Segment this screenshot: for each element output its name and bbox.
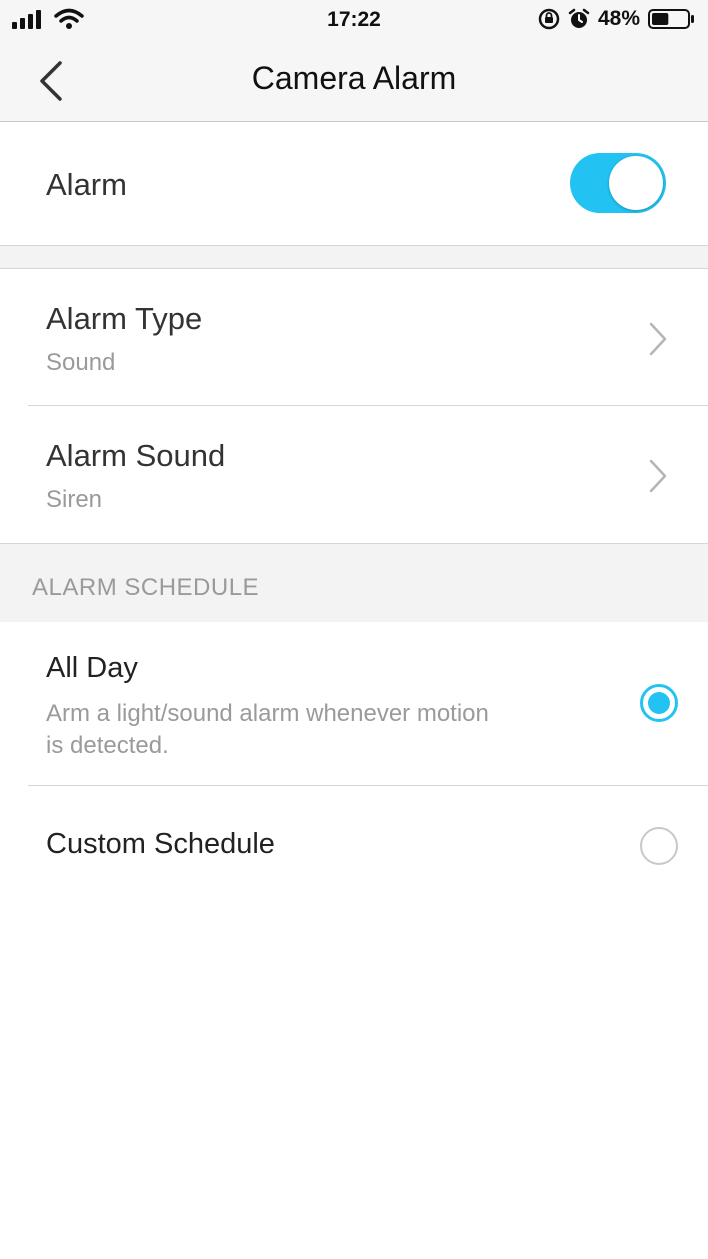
alarm-toggle[interactable] [570,153,666,213]
battery-percent: 48% [597,7,640,30]
alarm-sound-label: Alarm Sound [46,438,226,473]
alarm-type-label: Alarm Type [46,301,203,336]
alarm-sound-value: Siren [46,486,103,513]
alarm-row: Alarm [0,123,708,245]
section-header-alarm-schedule: ALARM SCHEDULE [32,574,260,601]
all-day-radio[interactable] [640,684,678,722]
all-day-label: All Day [46,652,138,684]
nav-bar: Camera Alarm [0,40,708,122]
status-right: 48% [538,7,696,31]
orientation-lock-icon [538,8,560,30]
page-title: Camera Alarm [251,60,457,96]
battery-icon [648,9,694,29]
custom-schedule-radio[interactable] [640,827,678,865]
chevron-right-icon [649,459,667,493]
custom-schedule-label: Custom Schedule [46,828,275,860]
toggle-knob [609,156,663,210]
alarm-sound-row[interactable]: Alarm Sound Siren [0,406,708,543]
alarm-type-row[interactable]: Alarm Type Sound [0,269,708,405]
status-bar: 17:22 48% [0,0,708,40]
schedule-option-custom[interactable]: Custom Schedule [0,786,708,906]
all-day-description-line2: is detected. [46,732,169,759]
all-day-description-line1: Arm a light/sound alarm whenever motion [46,700,489,727]
chevron-right-icon [649,322,667,356]
schedule-option-all-day[interactable]: All Day Arm a light/sound alarm whenever… [0,622,708,785]
alarm-type-value: Sound [46,349,116,376]
alarm-clock-icon [568,8,590,28]
alarm-label: Alarm [46,167,127,202]
group-gap [0,246,708,268]
